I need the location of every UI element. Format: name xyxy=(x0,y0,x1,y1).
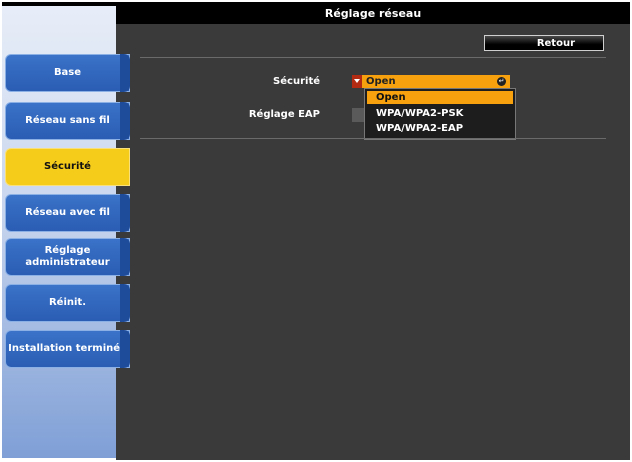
back-button[interactable]: Retour xyxy=(484,35,604,51)
tab-edge xyxy=(120,330,130,368)
sidebar-item-base[interactable]: Base xyxy=(5,54,130,92)
option-wpa-eap[interactable]: WPA/WPA2-EAP xyxy=(367,122,513,135)
sidebar-item-label: Sécurité xyxy=(44,161,91,172)
sidebar-top-bar xyxy=(2,2,116,6)
option-open[interactable]: Open xyxy=(367,91,513,104)
chevron-down-icon xyxy=(354,79,360,83)
divider-top xyxy=(140,57,606,58)
sidebar-item-label: Installation terminée xyxy=(8,343,127,354)
tab-edge xyxy=(120,284,130,322)
tab-edge xyxy=(120,54,130,92)
enter-icon: ↵ xyxy=(497,77,506,86)
main-panel: Réglage réseau Retour Sécurité Réglage E… xyxy=(116,2,630,460)
sidebar-item-label: Réglage administrateur xyxy=(25,245,110,268)
sidebar-item-label: Réseau sans fil xyxy=(25,115,110,126)
sidebar-item-admin[interactable]: Réglage administrateur xyxy=(5,238,130,276)
sidebar-item-setup-complete[interactable]: Installation terminée xyxy=(5,330,130,368)
sidebar-item-reset[interactable]: Réinit. xyxy=(5,284,130,322)
page-title: Réglage réseau xyxy=(116,2,630,24)
security-options-list[interactable]: Open WPA/WPA2-PSK WPA/WPA2-EAP xyxy=(364,88,516,140)
tab-edge xyxy=(120,238,130,276)
sidebar-item-label: Réseau avec fil xyxy=(25,207,110,218)
security-label: Sécurité xyxy=(273,76,320,87)
sidebar-item-security[interactable]: Sécurité xyxy=(5,148,130,186)
tab-edge xyxy=(120,102,130,140)
security-select-value: Open xyxy=(366,76,396,87)
dropdown-arrow-box[interactable] xyxy=(352,75,362,88)
eap-setting-control[interactable] xyxy=(352,108,364,122)
sidebar-item-label: Réinit. xyxy=(48,297,87,308)
option-wpa-psk[interactable]: WPA/WPA2-PSK xyxy=(367,107,513,120)
sidebar-item-wired[interactable]: Réseau avec fil xyxy=(5,194,130,232)
sidebar-item-label: Base xyxy=(53,67,82,78)
divider-bottom xyxy=(140,138,606,139)
sidebar-item-wireless[interactable]: Réseau sans fil xyxy=(5,102,130,140)
eap-label: Réglage EAP xyxy=(248,109,320,120)
security-select[interactable]: Open ↵ xyxy=(352,75,510,88)
tab-edge xyxy=(120,194,130,232)
